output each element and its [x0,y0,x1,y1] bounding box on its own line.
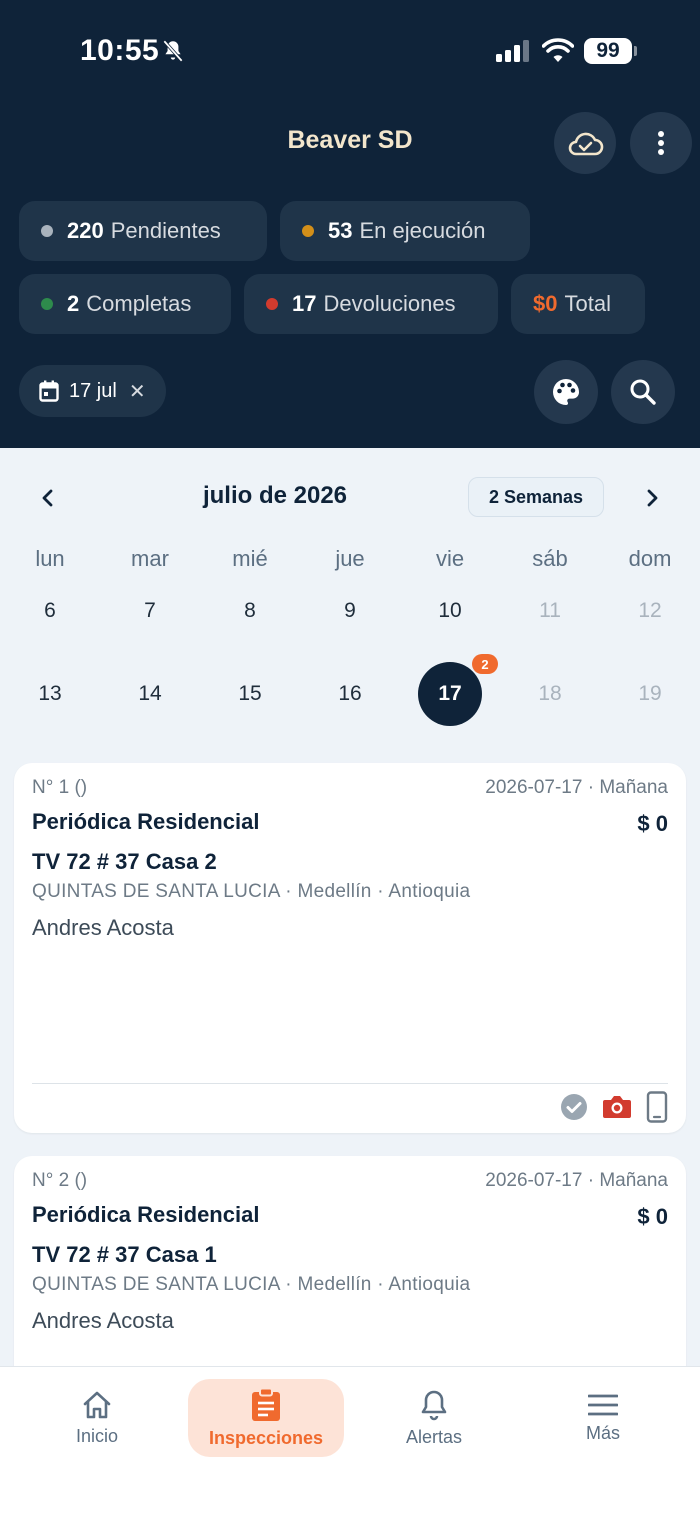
stat-chip-pendientes[interactable]: 220 Pendientes [19,201,267,261]
stat-chip-en-ejecucion[interactable]: 53 En ejecución [280,201,530,261]
calendar-day[interactable]: 15 [200,682,300,706]
stat-count: 53 [328,218,353,243]
bottom-navigation: Inicio Inspecciones Alertas Más [0,1366,700,1521]
inspection-location: QUINTAS DE SANTA LUCIA · Medellín · Anti… [32,1274,471,1295]
weekday-label: mié [232,546,268,571]
nav-item-inicio[interactable]: Inicio [19,1379,175,1457]
inspection-price: $ 0 [637,1204,668,1229]
battery-indicator: 99 [584,38,637,64]
calendar-day[interactable]: 14 [100,682,200,706]
stat-chip-total[interactable]: $0 Total [511,274,645,334]
stat-label: Devoluciones [323,291,456,316]
next-month-button[interactable] [637,483,667,513]
cloud-sync-button[interactable] [554,112,616,174]
calendar-day[interactable]: 7 [100,599,200,623]
stat-chip-completas[interactable]: 2 Completas [19,274,231,334]
nav-item-inspecciones[interactable]: Inspecciones [188,1379,344,1457]
weekday-label: mar [131,546,169,571]
nav-label: Alertas [405,1426,463,1447]
check-circle-icon [561,1094,587,1120]
inspection-number: N° 2 () [32,1170,88,1191]
inspection-type: Periódica Residencial [32,1202,260,1227]
calendar-day[interactable]: 10 [400,599,500,623]
palette-button[interactable] [534,360,598,424]
calendar-day[interactable]: 18 [500,682,600,706]
cloud-check-icon [568,132,604,156]
card-divider [32,1083,668,1084]
stat-count: 2 [67,291,80,316]
view-mode-button[interactable]: 2 Semanas [468,477,604,517]
weekday-label: dom [628,546,672,571]
more-vertical-icon [658,131,664,155]
chevron-right-icon [647,489,658,507]
calendar-day-selected[interactable]: 17 [418,662,482,726]
calendar-day[interactable]: 8 [200,599,300,623]
status-dot [41,298,53,310]
phone-icon [646,1091,668,1123]
more-options-button[interactable] [630,112,692,174]
inspection-address: TV 72 # 37 Casa 1 [32,1242,217,1267]
camera-icon [603,1096,631,1118]
stat-label: Completas [86,291,192,316]
calendar-icon [39,380,59,402]
clear-filter-icon[interactable]: ✕ [129,379,146,404]
wifi-icon [542,38,574,62]
nav-item-mas[interactable]: Más [525,1379,681,1457]
inspection-card[interactable]: N° 1 () 2026-07-17 · Mañana Periódica Re… [14,763,686,1133]
nav-label: Inicio [75,1425,119,1446]
stat-label: Pendientes [110,218,221,243]
stat-count: 220 [67,218,104,243]
inspection-date: 2026-07-17 · Mañana [485,777,668,798]
app-header: 10:55 99 Beaver SD 220 Pendientes 53 En … [0,0,700,448]
stat-count: $0 [533,291,558,316]
weekday-label: lun [35,546,65,571]
calendar-day[interactable]: 9 [300,599,400,623]
inspection-location: QUINTAS DE SANTA LUCIA · Medellín · Anti… [32,881,471,902]
stat-chip-devoluciones[interactable]: 17 Devoluciones [244,274,498,334]
bell-icon [421,1390,447,1420]
status-dot [266,298,278,310]
stat-label: En ejecución [359,218,486,243]
home-icon [83,1391,111,1418]
search-button[interactable] [611,360,675,424]
inspection-number: N° 1 () [32,777,88,798]
status-time: 10:55 [80,34,160,67]
status-dot [41,225,53,237]
clipboard-icon [252,1387,280,1421]
day-count-badge: 2 [472,654,498,674]
calendar-day[interactable]: 11 [500,599,600,623]
inspection-address: TV 72 # 37 Casa 2 [32,849,217,874]
nav-label: Más [585,1422,620,1443]
palette-icon [553,379,579,405]
search-icon [630,379,656,405]
card-status-icons [560,1091,668,1123]
weekday-label: jue [335,546,365,571]
date-filter-chip[interactable]: 17 jul ✕ [19,365,166,417]
chevron-left-icon [42,489,53,507]
month-title: julio de 2026 [202,482,348,509]
menu-icon [588,1394,618,1415]
weekday-label: sáb [532,546,568,571]
inspection-date: 2026-07-17 · Mañana [485,1170,668,1191]
prev-month-button[interactable] [33,483,63,513]
nav-label: Inspecciones [208,1427,324,1448]
signal-icon [496,40,529,62]
calendar-day[interactable]: 16 [300,682,400,706]
date-filter-label: 17 jul [69,379,117,402]
calendar-day[interactable]: 6 [0,599,100,623]
inspection-type: Periódica Residencial [32,809,260,834]
calendar-day[interactable]: 12 [600,599,700,623]
status-dot [302,225,314,237]
calendar-day[interactable]: 19 [600,682,700,706]
weekday-label: vie [435,546,465,571]
inspection-person: Andres Acosta [32,1308,174,1333]
inspection-price: $ 0 [637,811,668,836]
stat-label: Total [564,291,611,316]
calendar-day[interactable]: 13 [0,682,100,706]
bell-off-icon [163,40,183,62]
nav-item-alertas[interactable]: Alertas [356,1379,512,1457]
inspection-person: Andres Acosta [32,915,174,940]
stat-count: 17 [292,291,317,316]
